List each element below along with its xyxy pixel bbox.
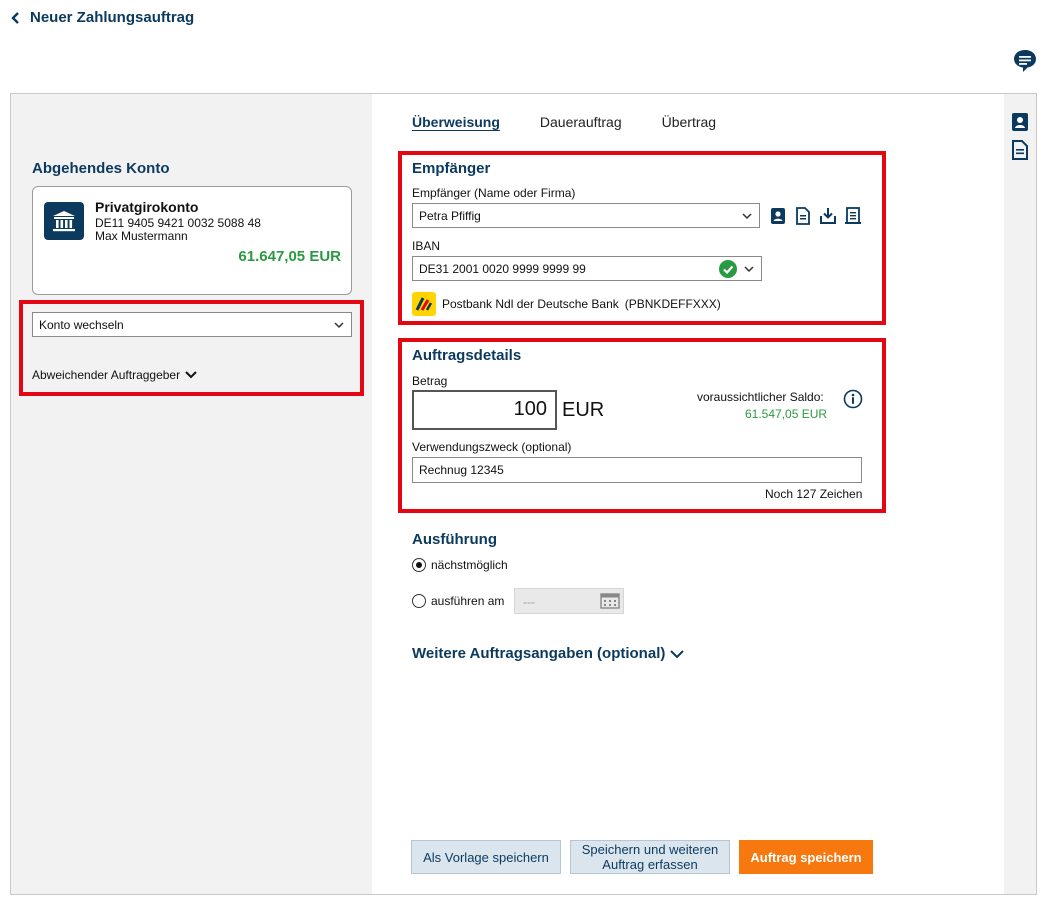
save-order-label: Auftrag speichern	[750, 849, 862, 865]
tab-uebertrag[interactable]: Übertrag	[662, 114, 716, 130]
account-name: Privatgirokonto	[95, 199, 199, 215]
recipient-heading: Empfänger	[412, 160, 491, 177]
iban-field[interactable]: DE31 2001 0020 9999 9999 99	[412, 256, 762, 281]
bank-bic: (PBNKDEFFXXX)	[624, 297, 721, 311]
recipient-bank-info: Postbank Ndl der Deutsche Bank (PBNKDEFF…	[412, 292, 721, 316]
chevron-down-icon	[185, 371, 197, 379]
save-and-new-label-2: Auftrag erfassen	[602, 857, 698, 872]
top-bar: Neuer Zahlungsauftrag	[0, 0, 1042, 40]
valid-check-icon	[719, 260, 737, 278]
order-type-tabs: Überweisung Dauerauftrag Übertrag	[412, 114, 716, 130]
chevron-left-icon	[11, 11, 19, 24]
contact-book-icon[interactable]	[1011, 112, 1029, 132]
tab-dauerauftrag[interactable]: Dauerauftrag	[540, 114, 622, 130]
amount-input[interactable]: 100	[412, 390, 557, 430]
calendar-icon[interactable]	[600, 593, 620, 609]
receipt-icon[interactable]	[844, 207, 862, 225]
radio-execute-on[interactable]	[412, 594, 426, 608]
order-panel: Überweisung Dauerauftrag Übertrag Empfän…	[372, 94, 1004, 894]
chevron-down-icon	[744, 266, 754, 273]
tab-ueberweisung[interactable]: Überweisung	[412, 114, 500, 130]
save-template-button[interactable]: Als Vorlage speichern	[411, 840, 561, 874]
amount-currency: EUR	[562, 399, 605, 421]
more-details-label: Weitere Auftragsangaben (optional)	[412, 645, 666, 662]
switch-account-dropdown[interactable]: Konto wechseln	[32, 312, 352, 337]
recipient-name-label: Empfänger (Name oder Firma)	[412, 186, 576, 200]
account-balance: 61.647,05 EUR	[238, 248, 341, 265]
alt-orderer-toggle[interactable]: Abweichender Auftraggeber	[32, 368, 198, 382]
execution-date-placeholder: ---	[523, 595, 535, 609]
recipient-name-value: Petra Pfiffig	[419, 208, 481, 223]
iban-value: DE31 2001 0020 9999 9999 99	[419, 261, 586, 276]
account-card: Privatgirokonto DE11 9405 9421 0032 5088…	[32, 186, 352, 295]
amount-label: Betrag	[412, 374, 448, 388]
order-details-heading: Auftragsdetails	[412, 347, 522, 364]
purpose-label: Verwendungszweck (optional)	[412, 440, 572, 454]
save-and-new-button[interactable]: Speichern und weiteren Auftrag erfassen	[570, 840, 730, 874]
bank-name: Postbank Ndl der Deutsche Bank	[442, 297, 619, 311]
back-link[interactable]: Neuer Zahlungsauftrag	[10, 9, 194, 26]
more-details-toggle[interactable]: Weitere Auftragsangaben (optional)	[412, 645, 685, 662]
outgoing-account-heading: Abgehendes Konto	[32, 160, 170, 177]
account-iban: DE11 9405 9421 0032 5088 48	[95, 216, 261, 230]
execution-heading: Ausführung	[412, 531, 497, 548]
switch-account-label: Konto wechseln	[39, 317, 124, 332]
chevron-down-icon	[670, 649, 685, 658]
bank-building-icon	[44, 202, 84, 240]
chevron-down-icon	[334, 322, 344, 329]
document-icon[interactable]	[1011, 140, 1029, 160]
save-order-button[interactable]: Auftrag speichern	[739, 840, 873, 874]
alt-orderer-label: Abweichender Auftraggeber	[32, 368, 181, 382]
outgoing-account-panel: Abgehendes Konto Privatgirokonto DE11 94…	[11, 94, 371, 894]
payment-form-frame: Abgehendes Konto Privatgirokonto DE11 94…	[10, 93, 1037, 895]
postbank-logo	[412, 292, 436, 316]
document-icon[interactable]	[794, 207, 812, 225]
save-and-new-label-1: Speichern und weiteren	[581, 842, 719, 857]
right-tool-rail	[1004, 94, 1036, 894]
info-icon[interactable]	[843, 389, 863, 409]
iban-label: IBAN	[412, 239, 441, 253]
chat-icon[interactable]	[1012, 48, 1038, 74]
download-icon[interactable]	[819, 207, 837, 225]
radio-execute-on-label: ausführen am	[431, 594, 505, 608]
chevron-down-icon	[742, 213, 752, 220]
contact-book-icon[interactable]	[769, 207, 787, 225]
page-title: Neuer Zahlungsauftrag	[30, 9, 195, 26]
recipient-name-field[interactable]: Petra Pfiffig	[412, 203, 760, 228]
radio-asap[interactable]	[412, 558, 426, 572]
save-template-label: Als Vorlage speichern	[423, 849, 549, 865]
radio-asap-label: nächstmöglich	[431, 558, 508, 572]
account-holder: Max Mustermann	[95, 229, 188, 243]
purpose-input[interactable]: Rechnug 12345	[412, 457, 862, 483]
expected-balance-label: voraussichtlicher Saldo:	[697, 390, 824, 404]
expected-balance-value: 61.547,05 EUR	[745, 407, 828, 421]
purpose-value: Rechnug 12345	[419, 463, 504, 477]
chars-remaining: Noch 127 Zeichen	[765, 487, 863, 501]
